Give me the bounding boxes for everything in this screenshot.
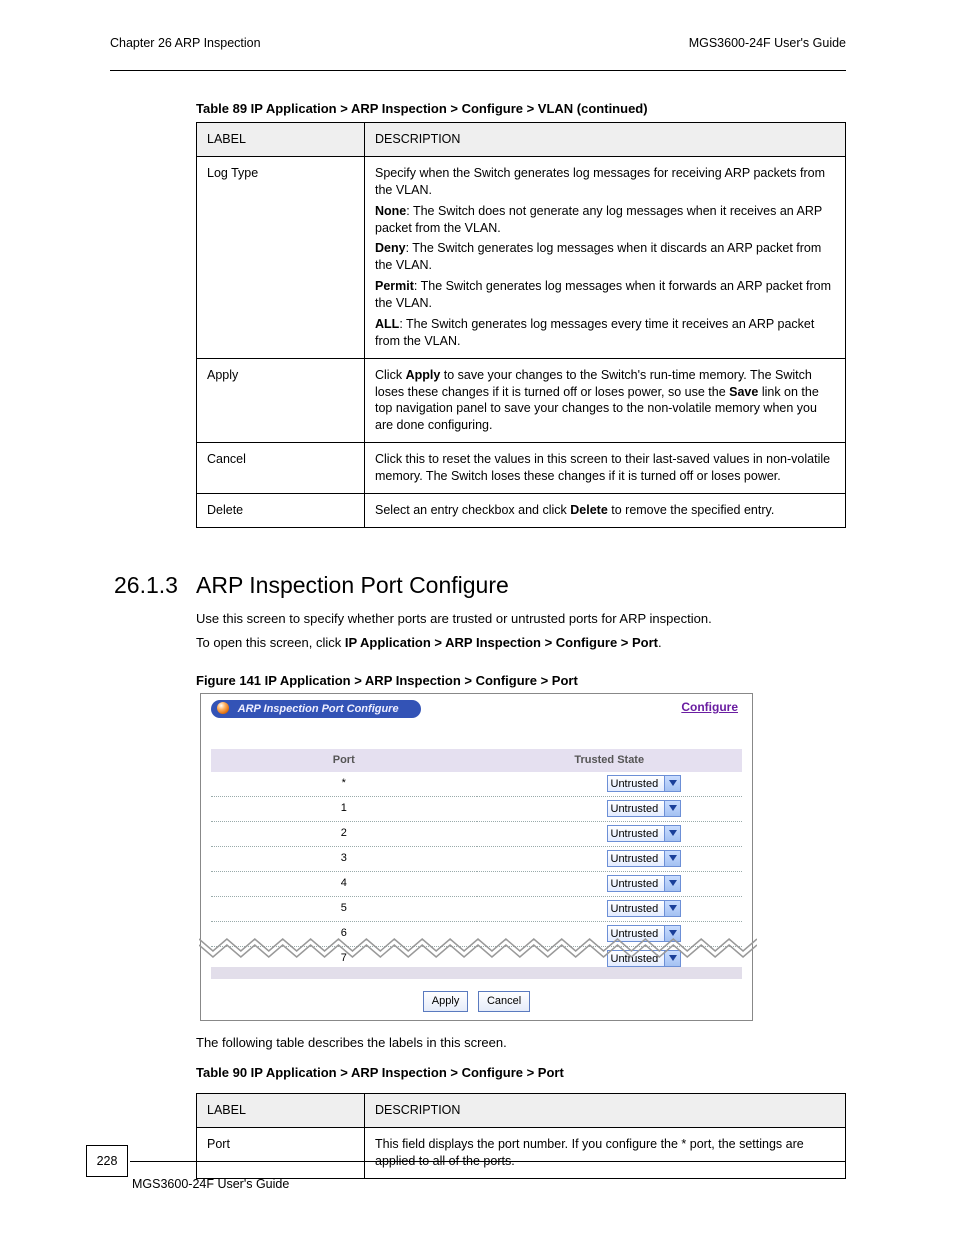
port-row: 4 Untrusted	[211, 871, 742, 896]
port-row: 3 Untrusted	[211, 846, 742, 871]
configure-link[interactable]: Configure	[681, 699, 738, 715]
trusted-state-select[interactable]: Untrusted	[607, 900, 681, 917]
port-cell: 1	[211, 796, 477, 821]
arp-port-configure-screenshot: ARP Inspection Port Configure Configure …	[200, 693, 753, 1021]
port-cell: *	[211, 772, 477, 797]
trusted-state-select[interactable]: Untrusted	[607, 850, 681, 867]
header-rule	[110, 70, 846, 71]
table-caption: Table 89 IP Application > ARP Inspection…	[196, 100, 648, 118]
figure-caption: Figure 141 IP Application > ARP Inspecti…	[196, 672, 578, 690]
orb-icon	[217, 702, 229, 714]
chevron-down-icon	[669, 930, 677, 936]
chevron-down-icon	[669, 855, 677, 861]
footer-text: MGS3600-24F User's Guide	[132, 1176, 289, 1193]
chevron-down-icon	[669, 880, 677, 886]
cell-desc: Select an entry checkbox and click Delet…	[365, 493, 846, 527]
th-trusted-state: Trusted State	[477, 749, 743, 772]
row-log-type: Log Type Specify when the Switch generat…	[197, 156, 846, 358]
chevron-down-icon	[669, 780, 677, 786]
th-description: DESCRIPTION	[365, 123, 846, 157]
th-port: Port	[211, 749, 477, 772]
cell-desc: Click Apply to save your changes to the …	[365, 358, 846, 443]
chevron-down-icon	[669, 830, 677, 836]
section-number: 26.1.3	[114, 570, 178, 601]
trusted-state-select[interactable]: Untrusted	[607, 800, 681, 817]
cell-label: Apply	[197, 358, 365, 443]
chapter-title: Chapter 26 ARP Inspection	[110, 35, 261, 52]
port-row: * Untrusted	[211, 772, 742, 797]
port-row: 1 Untrusted	[211, 796, 742, 821]
chevron-down-icon	[669, 955, 677, 961]
chevron-down-icon	[669, 905, 677, 911]
cancel-button[interactable]: Cancel	[478, 991, 530, 1012]
cell-label: Delete	[197, 493, 365, 527]
footer-bar	[211, 967, 742, 979]
description-table: LABEL DESCRIPTION Log Type Specify when …	[196, 122, 846, 528]
port-cell: 4	[211, 871, 477, 896]
guide-title: MGS3600-24F User's Guide	[689, 35, 846, 52]
trusted-state-select[interactable]: Untrusted	[607, 875, 681, 892]
cell-label: Log Type	[197, 156, 365, 358]
apply-button[interactable]: Apply	[423, 991, 469, 1012]
page-number: 228	[86, 1145, 128, 1177]
port-cell: 3	[211, 846, 477, 871]
port-cell: 5	[211, 896, 477, 921]
after-figure-block: The following table describes the labels…	[196, 1034, 846, 1179]
cell-desc: This field displays the port number. If …	[365, 1127, 846, 1178]
trusted-state-select[interactable]: Untrusted	[607, 825, 681, 842]
th-label: LABEL	[197, 1094, 365, 1128]
row-cancel: Cancel Click this to reset the values in…	[197, 443, 846, 494]
cell-label: Cancel	[197, 443, 365, 494]
panel-title-pill: ARP Inspection Port Configure	[211, 700, 421, 718]
trusted-state-select[interactable]: Untrusted	[607, 775, 681, 792]
section-title: ARP Inspection Port Configure	[196, 570, 509, 601]
cell-label: Port	[197, 1127, 365, 1178]
row-delete: Delete Select an entry checkbox and clic…	[197, 493, 846, 527]
port-row: 5 Untrusted	[211, 896, 742, 921]
cell-desc: Click this to reset the values in this s…	[365, 443, 846, 494]
section-body: Use this screen to specify whether ports…	[196, 610, 846, 657]
cell-desc: Specify when the Switch generates log me…	[365, 156, 846, 358]
th-description: DESCRIPTION	[365, 1094, 846, 1128]
footer-rule	[130, 1161, 846, 1162]
port-cell: 2	[211, 821, 477, 846]
row-apply: Apply Click Apply to save your changes t…	[197, 358, 846, 443]
th-label: LABEL	[197, 123, 365, 157]
chevron-down-icon	[669, 805, 677, 811]
port-row: 2 Untrusted	[211, 821, 742, 846]
